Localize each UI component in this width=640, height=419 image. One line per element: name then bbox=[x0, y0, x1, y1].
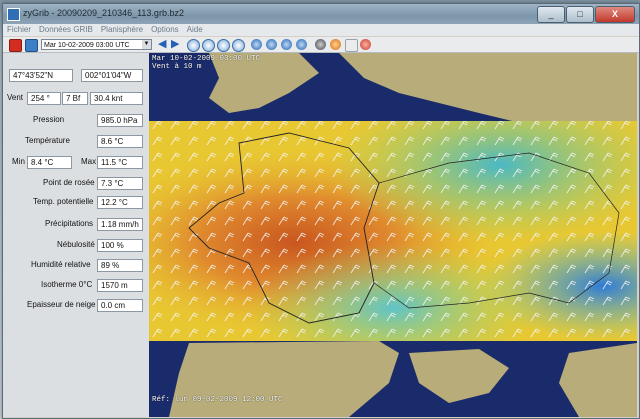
map-view[interactable]: Mar 10-02-2009 03:00 UTC Vent à 10 m Réf… bbox=[149, 53, 637, 417]
zoom-out-icon[interactable] bbox=[202, 39, 215, 52]
cloud-cover-field: 100 % bbox=[97, 239, 143, 252]
snow-depth-label: Epaisseur de neige bbox=[27, 300, 96, 309]
wind-beaufort-field: 7 Bf bbox=[62, 92, 88, 105]
pressure-field: 985.0 hPa bbox=[97, 114, 143, 127]
next-step-icon[interactable]: ▶ bbox=[171, 39, 182, 50]
arrow-down-icon[interactable] bbox=[296, 39, 307, 50]
data-panel: 47°43'52"N 002°01'04"W Vent 254 ° 7 Bf 3… bbox=[3, 53, 150, 417]
wind-direction-field: 254 ° bbox=[27, 92, 61, 105]
arrow-up-icon[interactable] bbox=[281, 39, 292, 50]
menu-aide[interactable]: Aide bbox=[183, 24, 207, 36]
potential-temp-label: Temp. potentielle bbox=[33, 197, 94, 206]
menu-donnees-grib[interactable]: Données GRIB bbox=[35, 24, 97, 36]
humidity-label: Humidité relative bbox=[31, 260, 91, 269]
arrow-right-icon[interactable] bbox=[266, 39, 277, 50]
precipitation-field: 1.18 mm/h bbox=[97, 218, 143, 231]
stop-icon[interactable] bbox=[9, 39, 22, 52]
menu-fichier[interactable]: Fichier bbox=[3, 24, 35, 36]
open-file-icon[interactable] bbox=[25, 39, 38, 52]
menu-options[interactable]: Options bbox=[147, 24, 183, 36]
map-date-overlay: Mar 10-02-2009 03:00 UTC bbox=[152, 55, 261, 63]
window-title: zyGrib - 20090209_210346_113.grb.bz2 bbox=[23, 8, 184, 18]
cloud-cover-label: Nébulosité bbox=[57, 240, 95, 249]
humidity-field: 89 % bbox=[97, 259, 143, 272]
zoom-selection-icon[interactable] bbox=[217, 39, 230, 52]
longitude-field: 002°01'04"W bbox=[81, 69, 143, 82]
wind-speed-field: 30.4 knt bbox=[90, 92, 143, 105]
precipitation-label: Précipitations bbox=[45, 219, 94, 228]
wind-barbs bbox=[149, 121, 637, 341]
title-bar[interactable]: zyGrib - 20090209_210346_113.grb.bz2 _ □ X bbox=[3, 4, 639, 24]
settings-icon[interactable] bbox=[315, 39, 326, 50]
tool-icon[interactable] bbox=[360, 39, 371, 50]
print-icon[interactable] bbox=[345, 39, 358, 52]
min-field: 8.4 °C bbox=[27, 156, 72, 169]
map-reference-overlay: Réf: lun 09-02-2009 12:00 UTC bbox=[152, 396, 283, 404]
toolbar: Mar 10-02-2009 03:00 UTC ▼ ◀ ▶ bbox=[3, 37, 639, 53]
isotherm-label: Isotherme 0°C bbox=[41, 280, 93, 289]
maximize-button[interactable]: □ bbox=[566, 6, 594, 23]
menu-planisphere[interactable]: Planisphère bbox=[97, 24, 147, 36]
potential-temp-field: 12.2 °C bbox=[97, 196, 143, 209]
color-icon[interactable] bbox=[330, 39, 341, 50]
arrow-left-icon[interactable] bbox=[251, 39, 262, 50]
latitude-field: 47°43'52"N bbox=[9, 69, 73, 82]
previous-step-icon[interactable]: ◀ bbox=[158, 39, 169, 50]
max-label: Max bbox=[81, 157, 97, 166]
minimize-button[interactable]: _ bbox=[537, 6, 565, 23]
snow-depth-field: 0.0 cm bbox=[97, 299, 143, 312]
pressure-label: Pression bbox=[33, 115, 65, 124]
zoom-in-icon[interactable] bbox=[187, 39, 200, 52]
app-icon bbox=[7, 8, 20, 21]
map-layer-overlay: Vent à 10 m bbox=[152, 63, 202, 71]
zoom-all-icon[interactable] bbox=[232, 39, 245, 52]
min-label: Min bbox=[12, 157, 25, 166]
max-field: 11.5 °C bbox=[97, 156, 143, 169]
menu-bar: Fichier Données GRIB Planisphère Options Aid… bbox=[3, 24, 639, 36]
dew-point-field: 7.3 °C bbox=[97, 177, 143, 190]
dew-point-label: Point de rosée bbox=[43, 178, 95, 187]
date-select[interactable]: Mar 10-02-2009 03:00 UTC ▼ bbox=[41, 39, 152, 50]
weather-map[interactable] bbox=[149, 53, 637, 417]
isotherm-field: 1570 m bbox=[97, 279, 143, 292]
temperature-label: Température bbox=[25, 136, 70, 145]
close-button[interactable]: X bbox=[595, 6, 635, 23]
app-window: zyGrib - 20090209_210346_113.grb.bz2 _ □ X… bbox=[2, 3, 640, 419]
wind-label: Vent bbox=[7, 93, 24, 102]
temperature-field: 8.6 °C bbox=[97, 135, 143, 148]
